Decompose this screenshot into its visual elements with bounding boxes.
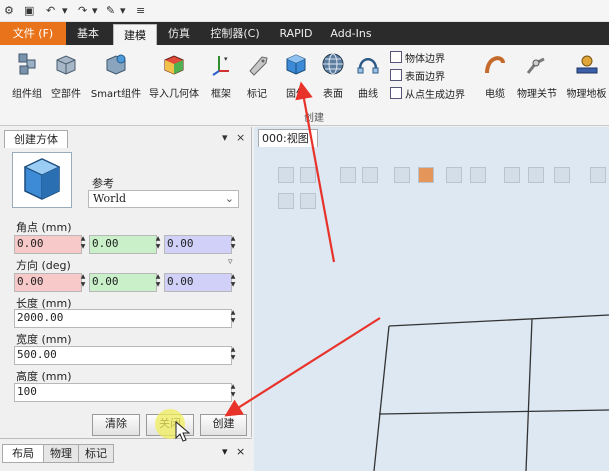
arrow-to-create bbox=[224, 317, 381, 417]
annotation-arrows bbox=[155, 81, 381, 442]
arrow-to-solid bbox=[295, 81, 336, 263]
